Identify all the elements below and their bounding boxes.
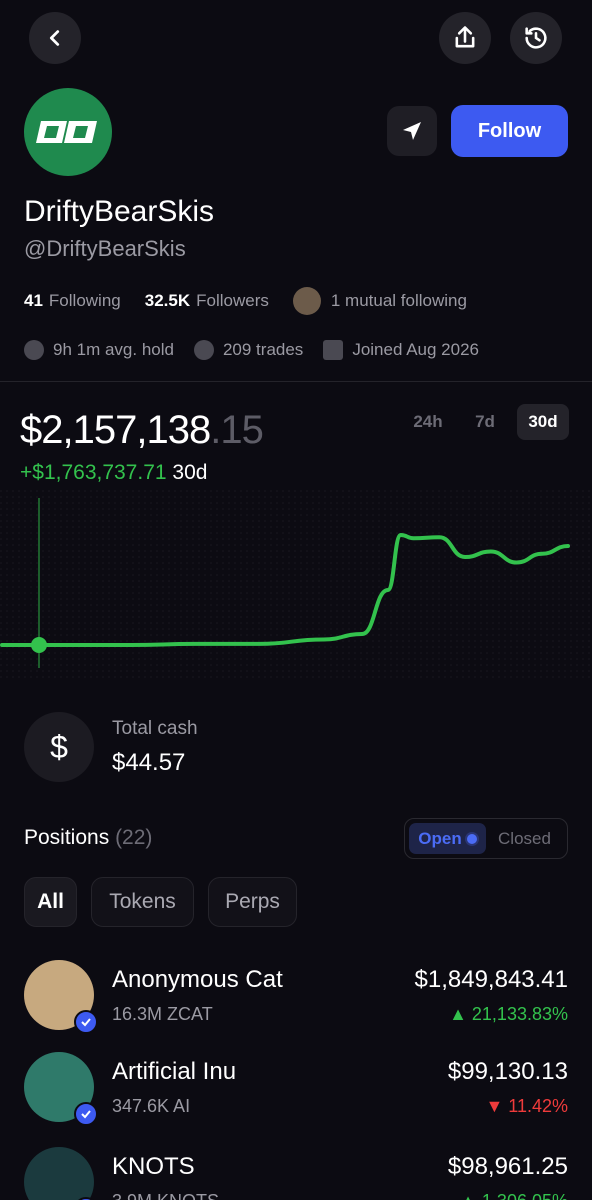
verified-badge-icon — [74, 1102, 98, 1126]
triangle-up-icon: ▲ — [459, 1191, 477, 1200]
pnl-summary: +$1,763,737.71 30d — [20, 461, 208, 484]
triangle-down-icon: ▼ — [485, 1096, 504, 1116]
user-handle: @DriftyBearSkis — [24, 236, 186, 261]
position-row[interactable]: Artificial Inu 347.6K AI $99,130.13 ▼ 11… — [0, 1048, 592, 1140]
mutual-avatar — [292, 287, 321, 315]
token-name: Anonymous Cat — [112, 966, 283, 993]
social-stats: 41 Following 32.5K Followers 1 mutual foll… — [24, 287, 467, 315]
chevron-left-icon — [49, 30, 60, 46]
token-amount: 16.3M ZCAT — [112, 1004, 213, 1024]
logo-icon — [36, 121, 97, 143]
position-row[interactable]: Anonymous Cat 16.3M ZCAT $1,849,843.41 ▲… — [0, 956, 592, 1048]
position-change: ▼ 11.42% — [485, 1096, 568, 1116]
token-amount: 3.9M KNOTS — [112, 1191, 219, 1200]
open-closed-toggle: Open Closed — [404, 818, 568, 859]
trading-meta: 9h 1m avg. hold 209 trades Joined Aug 20… — [24, 340, 479, 360]
triangle-up-icon: ▲ — [449, 1004, 467, 1024]
followers-link[interactable]: 32.5K Followers — [145, 291, 269, 311]
back-button[interactable] — [29, 12, 81, 64]
position-row[interactable]: KNOTS 3.9M KNOTS $98,961.25 ▲ 1,306.05% — [0, 1143, 592, 1200]
swap-icon — [193, 340, 214, 360]
active-dot-icon — [466, 833, 477, 844]
follow-button[interactable]: Follow — [451, 105, 568, 157]
chart-cursor-dot — [31, 637, 47, 653]
display-name: DriftyBearSkis — [24, 195, 215, 228]
history-button[interactable] — [510, 12, 562, 64]
position-change: ▲ 21,133.83% — [449, 1004, 568, 1024]
range-7d[interactable]: 7d — [466, 404, 504, 440]
token-name: Artificial Inu — [112, 1058, 237, 1085]
position-value: $98,961.25 — [447, 1153, 568, 1180]
cash-label: Total cash — [112, 718, 198, 739]
filter-all[interactable]: All — [24, 877, 77, 927]
position-value: $99,130.13 — [447, 1058, 568, 1085]
range-30d[interactable]: 30d — [517, 404, 569, 440]
paper-plane-icon — [403, 122, 421, 140]
toggle-closed[interactable]: Closed — [486, 823, 563, 854]
token-amount: 347.6K AI — [112, 1096, 191, 1116]
mutual-following-link[interactable]: 1 mutual following — [331, 291, 467, 311]
position-change: ▲ 1,306.05% — [459, 1191, 568, 1200]
share-button[interactable] — [439, 12, 491, 64]
portfolio-chart[interactable] — [0, 490, 592, 680]
chart-background — [0, 490, 592, 680]
filter-tokens[interactable]: Tokens — [91, 877, 194, 927]
profile-avatar — [24, 88, 112, 176]
divider — [0, 381, 592, 382]
calendar-icon — [323, 340, 344, 360]
send-message-button[interactable] — [387, 106, 437, 156]
share-upload-icon — [455, 26, 475, 48]
range-24h[interactable]: 24h — [404, 404, 452, 440]
token-name: KNOTS — [112, 1153, 195, 1180]
clock-icon — [24, 340, 44, 360]
position-value: $1,849,843.41 — [414, 966, 568, 993]
positions-title: Positions (22) — [24, 826, 153, 849]
toggle-open[interactable]: Open — [409, 823, 486, 854]
portfolio-balance: $2,157,138.15 — [20, 408, 264, 452]
verified-badge-icon — [74, 1010, 98, 1034]
token-avatar — [24, 1147, 94, 1200]
dollar-icon: $ — [24, 712, 94, 782]
history-icon — [525, 27, 547, 49]
filter-perps[interactable]: Perps — [208, 877, 297, 927]
cash-value: $44.57 — [112, 749, 186, 776]
following-link[interactable]: 41 Following — [24, 291, 121, 311]
